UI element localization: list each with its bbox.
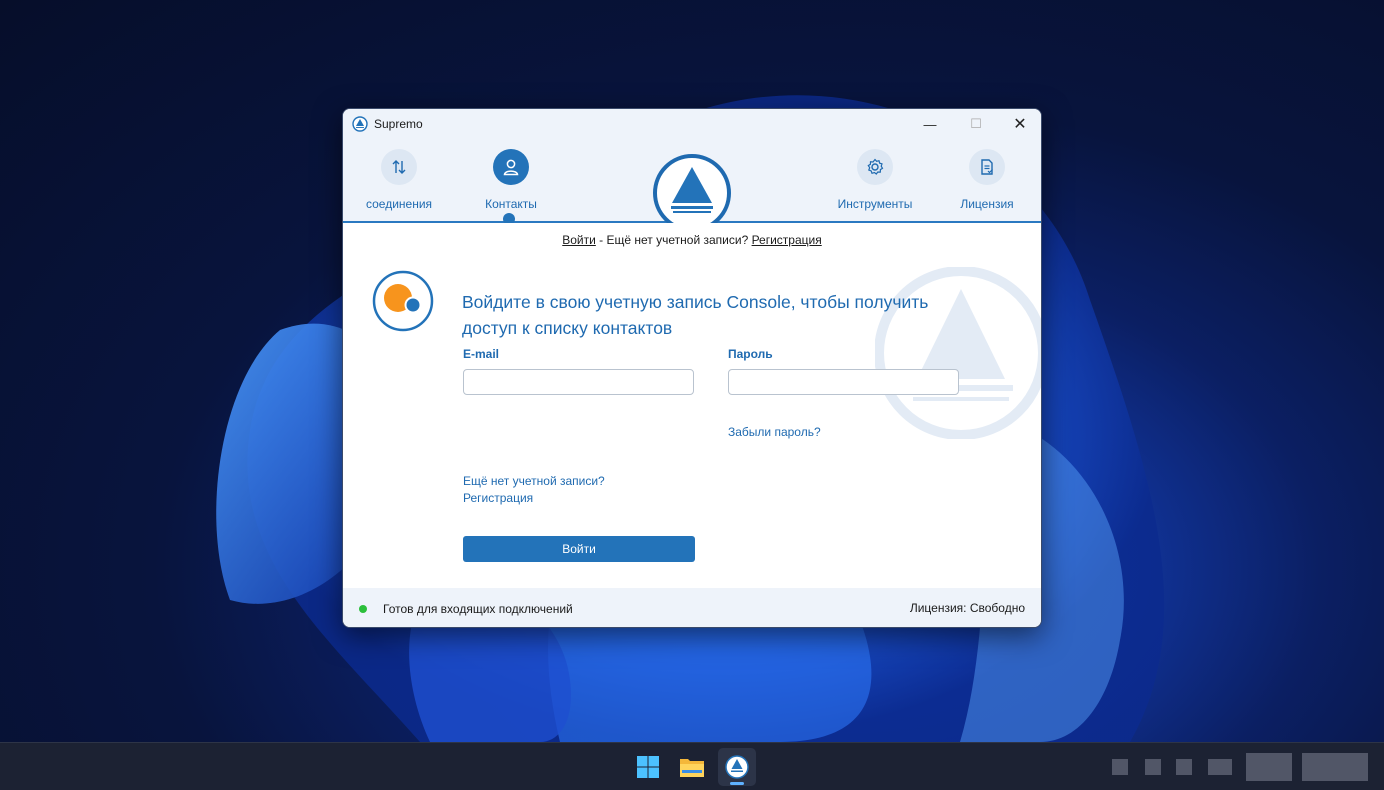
topline-login-link[interactable]: Войти [562, 233, 596, 247]
nav-label-contacts: Контакты [485, 197, 537, 211]
nav-label-license: Лицензия [960, 197, 1014, 211]
status-indicator-icon [359, 604, 367, 613]
title-bar[interactable]: Supremo — ☐ ✕ [343, 109, 1041, 139]
minimize-button[interactable]: — [907, 109, 953, 139]
nav-item-license[interactable]: Лицензия [932, 149, 1041, 211]
forgot-password-link[interactable]: Забыли пароль? [728, 425, 821, 439]
close-button[interactable]: ✕ [997, 109, 1041, 139]
license-status: Лицензия: Свободно [909, 601, 1025, 615]
maximize-button[interactable]: ☐ [953, 109, 999, 139]
supremo-logo-icon [352, 116, 368, 132]
login-register-line: Войти - Ещё нет учетной записи? Регистра… [343, 233, 1041, 247]
supremo-brand-logo [653, 154, 731, 232]
supremo-window: Supremo — ☐ ✕ соединения Контакты Инстру… [342, 108, 1042, 628]
arrows-updown-icon [381, 149, 417, 185]
nav-item-contacts[interactable]: Контакты [456, 149, 566, 211]
login-heading: Войдите в свою учетную запись Console, ч… [462, 292, 929, 338]
status-bar: Готов для входящих подключений Лицензия:… [343, 588, 1041, 627]
tray-icon-blurred[interactable] [1112, 759, 1128, 775]
status-text: Готов для входящих подключений [383, 601, 573, 616]
contacts-login-panel: Войти - Ещё нет учетной записи? Регистра… [343, 223, 1041, 588]
email-label: E-mail [463, 347, 500, 361]
supremo-app-icon[interactable] [718, 748, 756, 786]
nav-label-tools: Инструменты [837, 197, 913, 211]
nav-item-tools[interactable]: Инструменты [820, 149, 930, 211]
topline-register-link[interactable]: Регистрация [752, 233, 822, 247]
windows-start-icon[interactable] [629, 748, 667, 786]
password-label: Пароль [728, 347, 773, 361]
topline-text: - Ещё нет учетной записи? [595, 233, 752, 247]
no-account-text[interactable]: Ещё нет учетной записи? [463, 474, 605, 488]
console-account-icon [372, 270, 434, 332]
user-icon [493, 149, 529, 185]
tray-icon-blurred[interactable] [1176, 759, 1192, 775]
register-link[interactable]: Регистрация [463, 491, 533, 505]
tray-icon-blurred[interactable] [1145, 759, 1161, 775]
file-explorer-icon[interactable] [673, 748, 711, 786]
tray-icon-blurred[interactable] [1208, 759, 1232, 775]
nav-label-connections: соединения [365, 197, 433, 211]
active-app-indicator [730, 782, 744, 785]
license-document-icon [969, 149, 1005, 185]
nav-item-connections[interactable]: соединения [344, 149, 454, 211]
taskbar [0, 742, 1384, 790]
gear-icon [857, 149, 893, 185]
login-button[interactable]: Войти [463, 536, 695, 562]
password-field[interactable] [728, 369, 959, 395]
email-field[interactable] [463, 369, 694, 395]
tray-date-blurred[interactable] [1302, 753, 1368, 781]
window-title: Supremo [374, 117, 423, 131]
tray-clock-blurred[interactable] [1246, 753, 1292, 781]
